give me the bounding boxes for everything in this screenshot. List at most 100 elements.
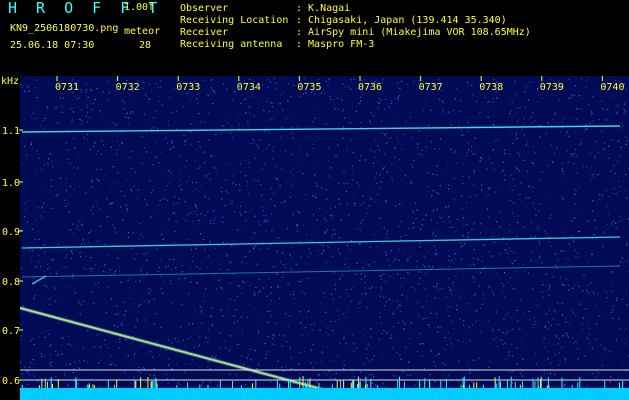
noise-speck (506, 243, 508, 245)
noise-speck (549, 217, 551, 219)
noise-speck (327, 245, 329, 247)
noise-speck (263, 220, 265, 222)
noise-speck (232, 99, 234, 101)
noise-speck (93, 302, 95, 304)
noise-speck (592, 210, 594, 212)
noise-speck (82, 239, 84, 241)
noise-speck (254, 157, 256, 159)
noise-speck (185, 220, 187, 222)
noise-speck (471, 222, 473, 224)
noise-speck (487, 194, 489, 196)
noise-speck (146, 204, 148, 206)
noise-speck (575, 189, 577, 192)
noise-speck (432, 233, 434, 235)
noise-speck (539, 243, 541, 245)
noise-speck (225, 190, 227, 192)
noise-speck (153, 215, 155, 217)
noise-speck (421, 149, 423, 151)
noise-speck (271, 118, 273, 120)
noise-speck (618, 106, 620, 108)
noise-speck (226, 122, 229, 124)
noise-speck (359, 230, 362, 232)
noise-speck (384, 153, 386, 155)
noise-speck (67, 384, 69, 386)
noise-speck (51, 207, 53, 209)
noise-speck (572, 287, 574, 289)
noise-speck (177, 382, 179, 384)
noise-speck (439, 216, 441, 218)
noise-speck (405, 122, 407, 124)
noise-speck (450, 306, 452, 308)
noise-speck (82, 238, 85, 240)
noise-speck (334, 321, 336, 323)
noise-speck (382, 81, 384, 83)
noise-speck (207, 255, 209, 257)
noise-speck (253, 115, 255, 117)
noise-speck (131, 382, 133, 384)
noise-speck (49, 354, 51, 356)
noise-speck (523, 312, 525, 314)
noise-speck (560, 250, 562, 252)
filename-label: KN9_2506180730.png (10, 23, 119, 34)
noise-speck (140, 152, 142, 154)
noise-speck (351, 179, 353, 181)
noise-speck (611, 139, 614, 141)
noise-speck (424, 98, 426, 100)
noise-speck (303, 93, 305, 95)
noise-speck (65, 142, 67, 144)
noise-speck (476, 100, 478, 102)
y-tick-label: 0.9 (2, 227, 20, 238)
noise-speck (34, 375, 36, 377)
noise-speck (182, 106, 184, 108)
noise-speck (453, 328, 455, 330)
noise-speck (27, 200, 29, 202)
noise-speck (353, 343, 355, 345)
noise-speck (106, 198, 108, 200)
noise-speck (408, 227, 410, 230)
time-label: 0740 (600, 82, 624, 93)
noise-speck (391, 103, 393, 105)
noise-speck (130, 364, 132, 366)
noise-speck (228, 349, 230, 352)
noise-speck (381, 288, 383, 290)
noise-speck (473, 153, 476, 155)
noise-speck (368, 264, 370, 266)
noise-speck (493, 125, 495, 127)
noise-speck (580, 138, 583, 141)
noise-speck (248, 303, 250, 305)
noise-speck (615, 227, 617, 229)
noise-speck (235, 373, 237, 375)
noise-speck (539, 178, 541, 181)
noise-speck (469, 264, 471, 266)
noise-speck (418, 271, 420, 273)
noise-speck (508, 371, 510, 373)
noise-speck (465, 343, 467, 345)
noise-speck (24, 366, 26, 368)
noise-speck (243, 363, 245, 366)
noise-speck (73, 189, 76, 191)
noise-speck (325, 123, 327, 125)
noise-speck (618, 318, 620, 320)
noise-speck (516, 93, 518, 95)
noise-speck (264, 354, 266, 356)
noise-speck (546, 233, 548, 235)
noise-speck (576, 108, 579, 110)
noise-speck (527, 99, 529, 101)
noise-speck (71, 253, 74, 255)
noise-speck (36, 150, 38, 152)
noise-speck (586, 385, 588, 387)
noise-speck (212, 103, 214, 105)
noise-speck (107, 81, 109, 83)
noise-speck (41, 356, 43, 358)
noise-speck (494, 191, 496, 193)
noise-speck (512, 328, 514, 331)
noise-speck (569, 212, 571, 214)
noise-speck (623, 382, 625, 384)
noise-speck (427, 124, 430, 127)
noise-speck (535, 234, 537, 236)
noise-speck (35, 79, 38, 81)
noise-speck (146, 252, 148, 254)
noise-speck (618, 327, 620, 329)
noise-speck (610, 311, 612, 313)
noise-speck (459, 318, 461, 320)
